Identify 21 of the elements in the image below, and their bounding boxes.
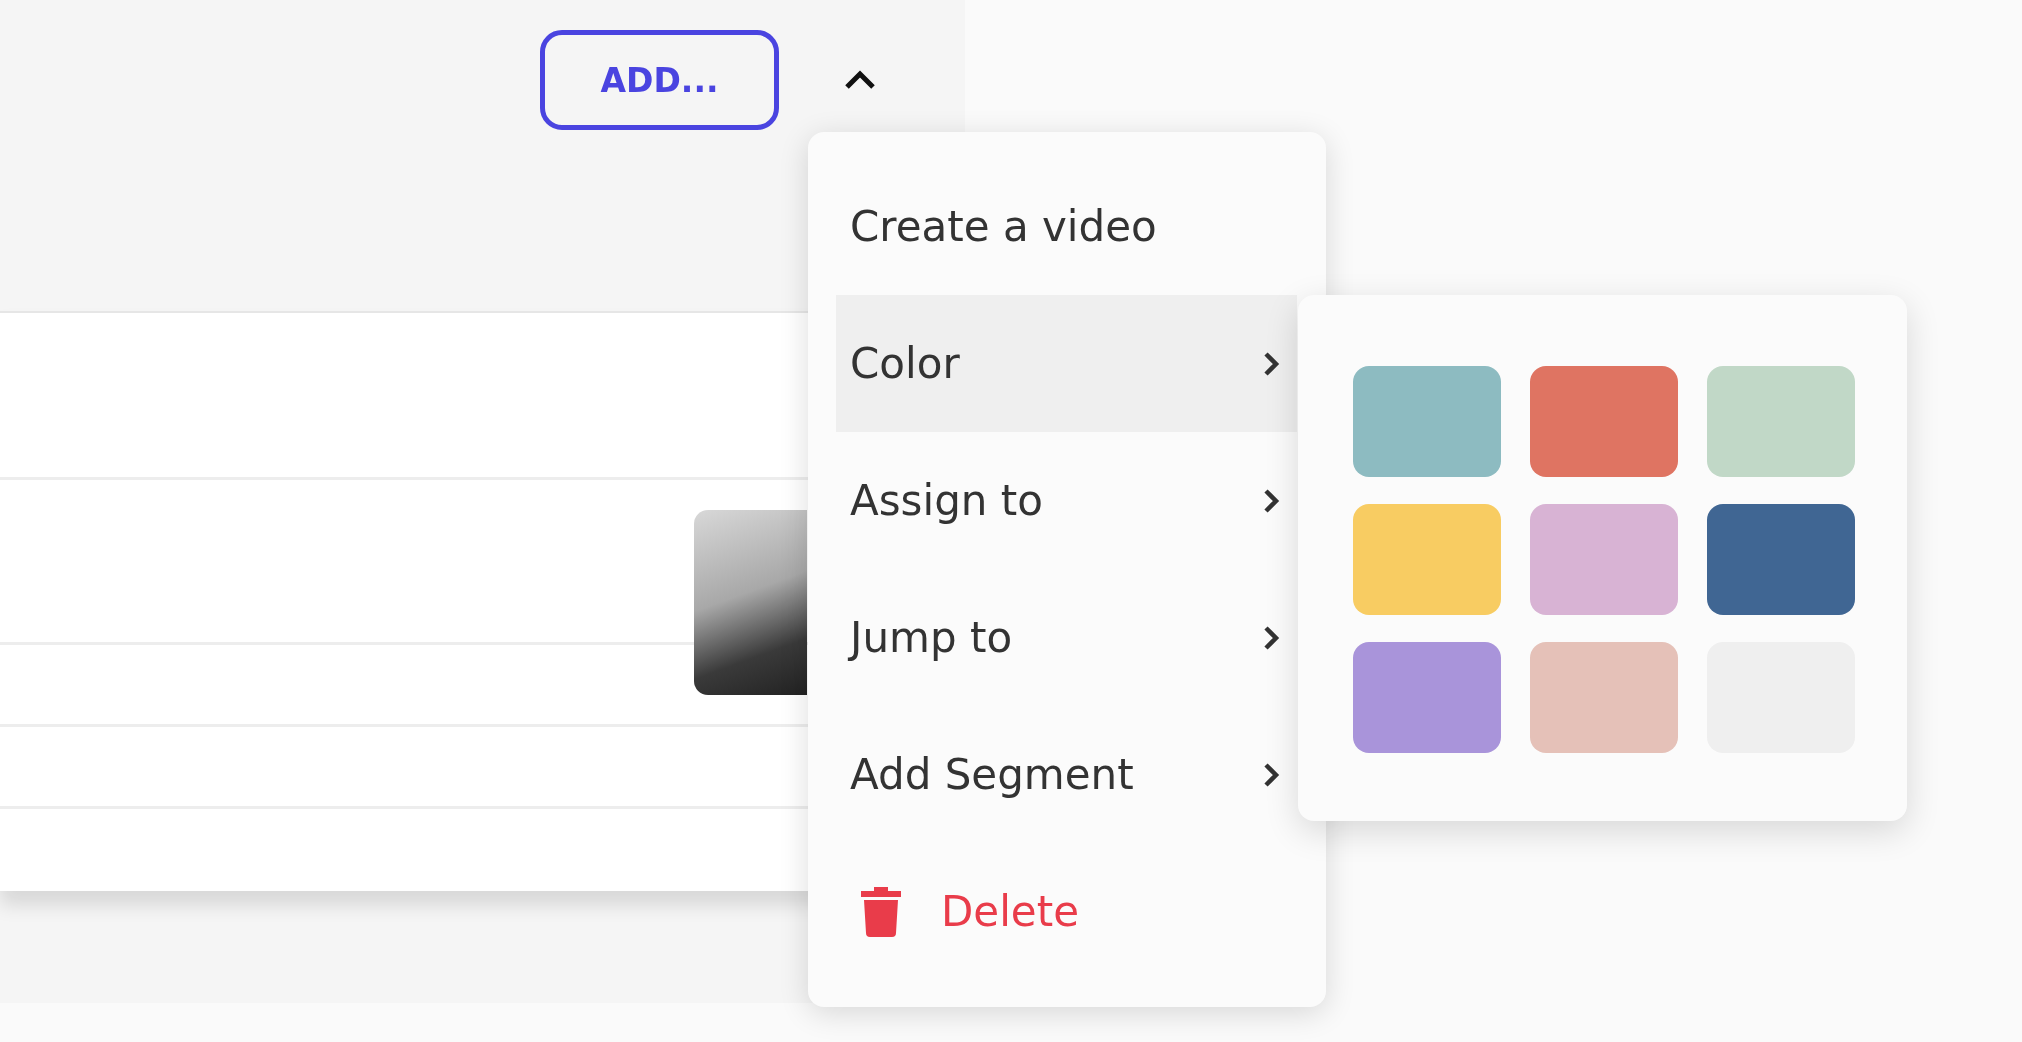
chevron-right-icon: [1262, 350, 1280, 377]
color-swatch[interactable]: [1530, 366, 1678, 477]
menu-item[interactable]: Add Segment: [836, 706, 1297, 843]
trash-icon: [861, 886, 901, 937]
chevron-icon[interactable]: [844, 70, 876, 90]
menu-item[interactable]: Assign to: [836, 432, 1297, 569]
chevron-right-icon: [1262, 487, 1280, 514]
add-button[interactable]: ADD...: [540, 30, 779, 130]
menu-item[interactable]: Create a video: [836, 158, 1297, 295]
menu-item[interactable]: Jump to: [836, 569, 1297, 706]
menu-item[interactable]: Color: [836, 295, 1297, 432]
color-swatch[interactable]: [1530, 642, 1678, 753]
color-swatch[interactable]: [1530, 504, 1678, 615]
color-swatch[interactable]: [1707, 504, 1855, 615]
color-swatch[interactable]: [1353, 504, 1501, 615]
color-swatch[interactable]: [1353, 642, 1501, 753]
color-swatch[interactable]: [1353, 366, 1501, 477]
chevron-right-icon: [1262, 761, 1280, 788]
menu-item[interactable]: Delete: [836, 843, 1297, 980]
color-swatch[interactable]: [1707, 366, 1855, 477]
chevron-right-icon: [1262, 624, 1280, 651]
